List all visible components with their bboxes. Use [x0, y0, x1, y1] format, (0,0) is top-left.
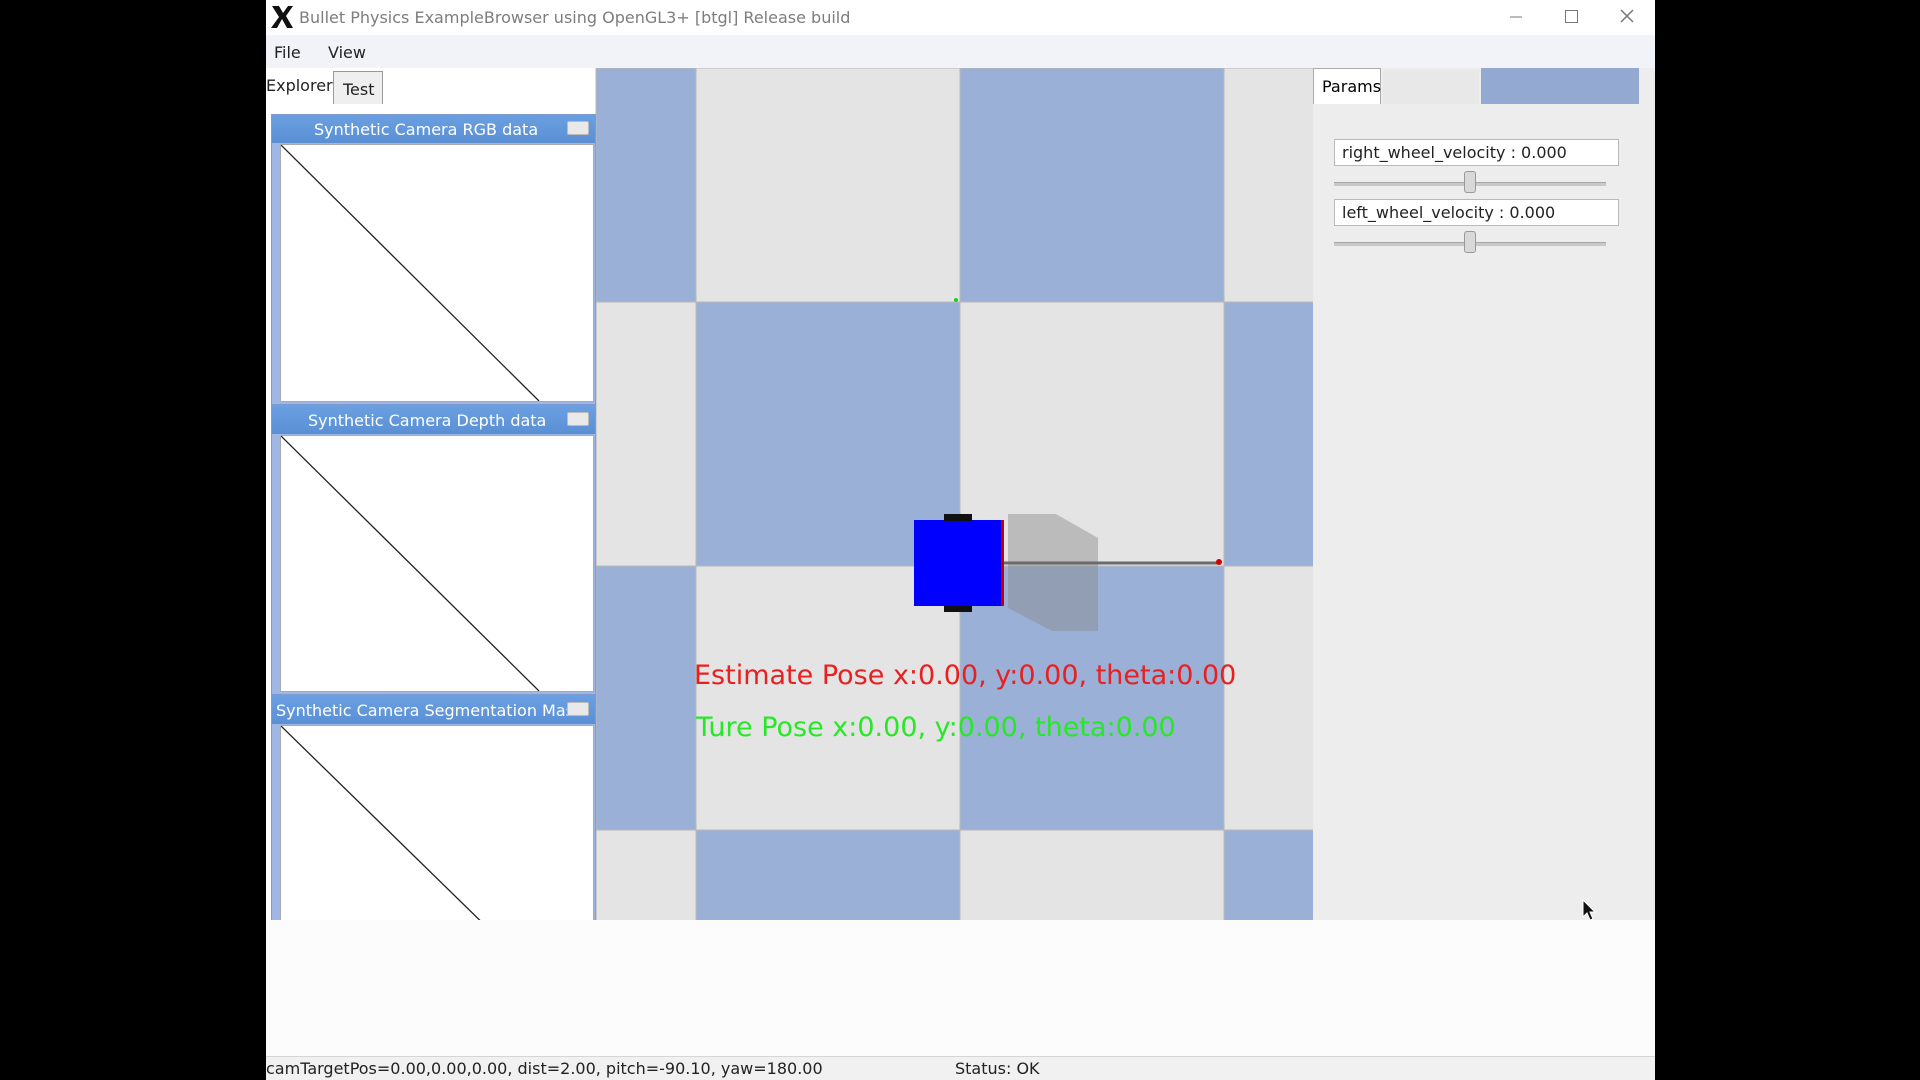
slider-thumb[interactable] [1464, 231, 1476, 253]
app-logo-icon [271, 6, 293, 28]
camera-window-rgb[interactable]: Synthetic Camera RGB data [271, 114, 596, 405]
camera-image-placeholder [280, 725, 594, 920]
close-icon [1620, 9, 1634, 23]
slider-thumb[interactable] [1464, 171, 1476, 193]
minimize-window-button[interactable] [567, 121, 589, 135]
target-point [954, 298, 958, 302]
camera-window-title: Synthetic Camera Segmentation Mask [276, 701, 584, 720]
maximize-icon [1565, 10, 1578, 23]
camera-status-text: camTargetPos=0.00,0.00,0.00, dist=2.00, … [266, 1059, 823, 1078]
render-viewport[interactable]: Estimate Pose x:0.00, y:0.00, theta:0.00… [266, 68, 1655, 920]
window-title: Bullet Physics ExampleBrowser using Open… [299, 8, 851, 27]
tab-test-label: Test [343, 80, 375, 99]
maximize-button[interactable] [1543, 0, 1599, 35]
tab-bar-background [1481, 68, 1639, 104]
status-text: Status: OK [955, 1059, 1040, 1078]
left-tab-bar: Explorer Test [266, 68, 434, 104]
camera-window-segmentation[interactable]: Synthetic Camera Segmentation Mask [271, 695, 596, 920]
tab-test[interactable]: Test [333, 71, 383, 104]
robot-shadow [1008, 514, 1098, 631]
minimize-window-button[interactable] [567, 412, 589, 426]
params-tab-bar: Params [1313, 68, 1655, 104]
robot-wheel-top [944, 514, 972, 521]
menu-bar: File View [266, 35, 1655, 68]
camera-window-header[interactable]: Synthetic Camera RGB data [272, 115, 595, 143]
app-window: Bullet Physics ExampleBrowser using Open… [266, 0, 1655, 1080]
tab-params[interactable]: Params [1313, 68, 1381, 104]
status-bar: camTargetPos=0.00,0.00,0.00, dist=2.00, … [266, 1056, 1655, 1080]
title-bar[interactable]: Bullet Physics ExampleBrowser using Open… [266, 0, 1655, 35]
bottom-area [266, 920, 1655, 1056]
estimate-pose-text: Estimate Pose x:0.00, y:0.00, theta:0.00 [694, 660, 1237, 691]
true-pose-text: Ture Pose x:0.00, y:0.00, theta:0.00 [696, 712, 1176, 743]
camera-window-header[interactable]: Synthetic Camera Depth data [272, 406, 595, 434]
camera-window-header[interactable]: Synthetic Camera Segmentation Mask [272, 696, 595, 724]
param-left-wheel-velocity: left_wheel_velocity : 0.000 [1334, 199, 1619, 226]
robot-front-edge [1001, 520, 1004, 606]
param-label: left_wheel_velocity : 0.000 [1342, 203, 1556, 222]
menu-view[interactable]: View [328, 43, 366, 62]
camera-image-placeholder [280, 144, 594, 402]
close-button[interactable] [1599, 0, 1655, 35]
mouse-cursor-icon [1582, 899, 1597, 921]
tab-explorer-label: Explorer [266, 76, 333, 95]
camera-window-depth[interactable]: Synthetic Camera Depth data [271, 405, 596, 695]
empty-image-icon [280, 435, 540, 692]
tab-params-label: Params [1322, 77, 1382, 96]
minimize-window-button[interactable] [567, 702, 589, 716]
menu-file[interactable]: File [274, 43, 301, 62]
params-panel: Params right_wheel_velocity : 0.000 left… [1313, 68, 1655, 920]
robot-body [914, 520, 1002, 606]
tab-empty [1383, 70, 1479, 104]
tab-explorer[interactable]: Explorer [266, 68, 333, 100]
minimize-button[interactable] [1487, 0, 1543, 35]
camera-image-placeholder [280, 435, 594, 692]
camera-window-title: Synthetic Camera RGB data [314, 120, 539, 139]
ray-hit-point [1216, 559, 1222, 565]
camera-window-title: Synthetic Camera Depth data [308, 411, 547, 430]
empty-image-icon [280, 725, 481, 920]
param-right-wheel-velocity: right_wheel_velocity : 0.000 [1334, 139, 1619, 166]
param-label: right_wheel_velocity : 0.000 [1342, 143, 1567, 162]
robot-wheel-bottom [944, 606, 972, 612]
minimize-icon [1510, 16, 1522, 18]
empty-image-icon [280, 144, 540, 402]
